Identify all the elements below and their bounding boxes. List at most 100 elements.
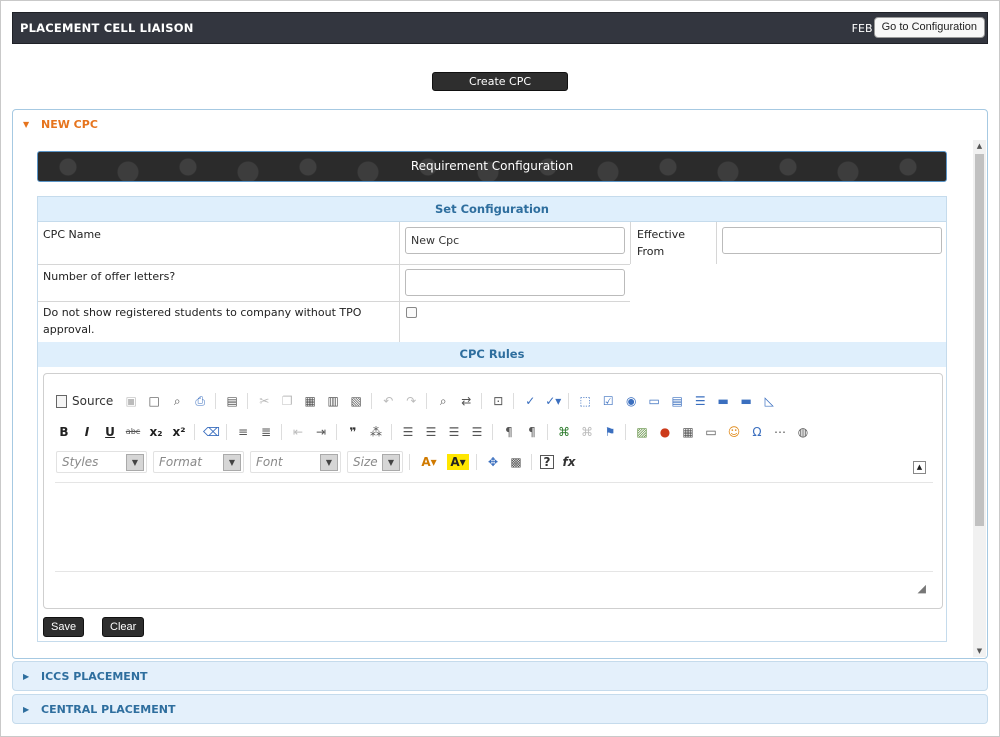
find-icon[interactable]: ⌕: [435, 393, 451, 409]
blockquote-icon[interactable]: ❞: [345, 424, 361, 440]
formula-icon[interactable]: fx: [561, 454, 577, 470]
accordion-header-central-placement[interactable]: ▶ CENTRAL PLACEMENT: [13, 695, 987, 725]
replace-icon[interactable]: ⇄: [458, 393, 474, 409]
paste-icon[interactable]: ▦: [302, 393, 318, 409]
collapse-toolbar-icon[interactable]: ▲: [913, 461, 926, 474]
unlink-icon[interactable]: ⌘: [579, 424, 595, 440]
save-button[interactable]: Save: [43, 617, 85, 637]
accordion-scrollbar[interactable]: ▲ ▼: [973, 140, 986, 657]
textfield-icon[interactable]: ▭: [646, 393, 662, 409]
cut-icon[interactable]: ✂: [256, 393, 272, 409]
source-icon: [56, 394, 67, 408]
paste-text-icon[interactable]: ▥: [325, 393, 341, 409]
hidden-field-icon[interactable]: ◺: [761, 393, 777, 409]
spellcheck-icon[interactable]: ✓: [522, 393, 538, 409]
editor-toolbar-row-3: Styles ▼ Format ▼ Font ▼ Size ▼ A▾ A▾ ✥ …: [56, 450, 584, 474]
image-button-icon[interactable]: ▬: [738, 393, 754, 409]
select-icon[interactable]: ☰: [692, 393, 708, 409]
styles-dropdown[interactable]: Styles ▼: [56, 451, 147, 473]
clear-button[interactable]: Clear: [102, 617, 145, 637]
bulleted-list-icon[interactable]: ≣: [258, 424, 274, 440]
hide-students-checkbox[interactable]: [406, 307, 417, 318]
toolbar-separator: [409, 454, 410, 470]
numbered-list-icon[interactable]: ≡: [235, 424, 251, 440]
horizontal-line-icon[interactable]: ▭: [703, 424, 719, 440]
paste-word-icon[interactable]: ▧: [348, 393, 364, 409]
print-icon[interactable]: ⎙: [192, 393, 208, 409]
chevron-down-icon: ▼: [126, 453, 144, 471]
smiley-icon[interactable]: ☺: [726, 424, 742, 440]
page-break-icon[interactable]: ⋯: [772, 424, 788, 440]
maximize-icon[interactable]: ✥: [485, 454, 501, 470]
show-blocks-icon[interactable]: ▩: [508, 454, 524, 470]
copy-icon[interactable]: ❐: [279, 393, 295, 409]
rules-editor: Source ▣ □ ⌕ ⎙ ▤ ✂ ❐ ▦ ▥ ▧ ↶ ↷ ⌕ ⇄ ⊡ ✓ ✓…: [43, 373, 943, 609]
textarea-icon[interactable]: ▤: [669, 393, 685, 409]
subscript-icon[interactable]: x₂: [148, 424, 164, 440]
scroll-down-icon[interactable]: ▼: [973, 647, 986, 655]
preview-icon[interactable]: ⌕: [169, 393, 185, 409]
create-div-icon[interactable]: ⁂: [368, 424, 384, 440]
button-icon[interactable]: ▬: [715, 393, 731, 409]
rtl-icon[interactable]: ¶: [524, 424, 540, 440]
size-dropdown[interactable]: Size ▼: [347, 451, 403, 473]
requirement-configuration-banner: Requirement Configuration: [37, 151, 947, 182]
go-to-configuration-button[interactable]: Go to Configuration: [873, 17, 985, 38]
chevron-down-icon: ▼: [382, 453, 400, 471]
superscript-icon[interactable]: x²: [171, 424, 187, 440]
flash-icon[interactable]: ●: [657, 424, 673, 440]
redo-icon[interactable]: ↷: [403, 393, 419, 409]
font-dropdown[interactable]: Font ▼: [250, 451, 341, 473]
iframe-icon[interactable]: ◍: [795, 424, 811, 440]
strikethrough-icon[interactable]: abc: [125, 424, 141, 440]
radio-icon[interactable]: ◉: [623, 393, 639, 409]
text-color-icon[interactable]: A▾: [418, 454, 440, 470]
remove-format-icon[interactable]: ⌫: [203, 424, 220, 440]
indent-icon[interactable]: ⇥: [313, 424, 329, 440]
chevron-down-icon: ▼: [223, 453, 241, 471]
toolbar-separator: [568, 393, 570, 409]
select-all-icon[interactable]: ⊡: [490, 393, 506, 409]
toolbar-separator: [531, 454, 532, 470]
link-icon[interactable]: ⌘: [556, 424, 572, 440]
accordion-iccs-placement[interactable]: ▶ ICCS PLACEMENT: [12, 661, 988, 691]
column-divider: [399, 222, 400, 342]
italic-icon[interactable]: I: [79, 424, 95, 440]
align-justify-icon[interactable]: ☰: [469, 424, 485, 440]
caret-right-icon: ▶: [23, 705, 30, 714]
format-dropdown[interactable]: Format ▼: [153, 451, 244, 473]
underline-icon[interactable]: U: [102, 424, 118, 440]
align-center-icon[interactable]: ☰: [423, 424, 439, 440]
create-cpc-configuration-button[interactable]: Create CPC Configuration: [432, 72, 568, 105]
effective-from-input[interactable]: [722, 227, 942, 254]
save-doc-icon[interactable]: ▣: [123, 393, 139, 409]
form-icon[interactable]: ⬚: [577, 393, 593, 409]
undo-icon[interactable]: ↶: [380, 393, 396, 409]
anchor-icon[interactable]: ⚑: [602, 424, 618, 440]
editor-content-area[interactable]: [55, 482, 933, 572]
bold-icon[interactable]: B: [56, 424, 72, 440]
scrollbar-thumb[interactable]: [975, 154, 984, 526]
table-icon[interactable]: ▦: [680, 424, 696, 440]
align-right-icon[interactable]: ☰: [446, 424, 462, 440]
image-icon[interactable]: ▨: [634, 424, 650, 440]
checkbox-icon[interactable]: ☑: [600, 393, 616, 409]
source-button[interactable]: Source: [56, 394, 113, 408]
accordion-header-new-cpc[interactable]: ▼ NEW CPC: [13, 110, 987, 140]
ltr-icon[interactable]: ¶: [501, 424, 517, 440]
offer-letters-input[interactable]: [405, 269, 625, 296]
resize-grip-icon[interactable]: ◢: [918, 582, 926, 595]
about-icon[interactable]: ?: [540, 455, 554, 469]
accordion-central-placement[interactable]: ▶ CENTRAL PLACEMENT: [12, 694, 988, 724]
background-color-icon[interactable]: A▾: [447, 454, 469, 470]
toolbar-separator: [371, 393, 373, 409]
special-char-icon[interactable]: Ω: [749, 424, 765, 440]
templates-icon[interactable]: ▤: [224, 393, 240, 409]
outdent-icon[interactable]: ⇤: [290, 424, 306, 440]
new-page-icon[interactable]: □: [146, 393, 162, 409]
align-left-icon[interactable]: ☰: [400, 424, 416, 440]
spellcheck-menu-icon[interactable]: ✓▾: [545, 393, 561, 409]
cpc-name-input[interactable]: [405, 227, 625, 254]
scroll-up-icon[interactable]: ▲: [973, 142, 986, 150]
accordion-header-iccs-placement[interactable]: ▶ ICCS PLACEMENT: [13, 662, 987, 692]
